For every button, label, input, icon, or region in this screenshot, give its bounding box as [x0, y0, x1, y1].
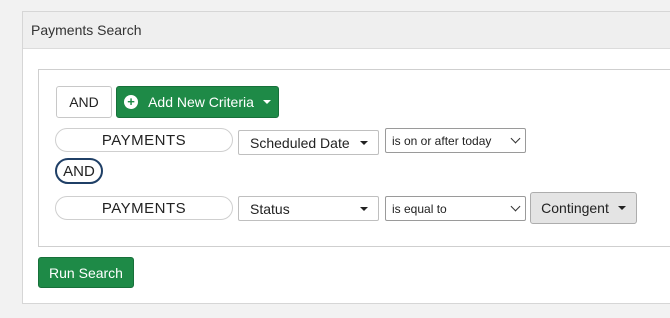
criteria-entity-pill[interactable]: PAYMENTS [55, 128, 233, 152]
criteria-entity-label: PAYMENTS [101, 199, 187, 217]
group-operator-label: AND [69, 94, 99, 110]
criteria-operator-select[interactable]: is on or after today [385, 128, 526, 153]
group-operator-button[interactable]: AND [56, 86, 112, 118]
criteria-value-label: Contingent [541, 200, 609, 216]
panel-title: Payments Search [31, 22, 142, 38]
criteria-entity-label: PAYMENTS [101, 131, 187, 149]
caret-down-icon [262, 100, 271, 104]
criteria-connector-label: AND [63, 162, 95, 180]
criteria-builder: AND + Add New Criteria PAYMENTS Schedule… [38, 69, 670, 247]
add-new-criteria-label: Add New Criteria [148, 94, 254, 110]
criteria-connector-toggle[interactable]: AND [55, 158, 103, 184]
panel-header: Payments Search [23, 12, 670, 49]
caret-down-icon [617, 206, 626, 210]
criteria-field-select[interactable]: Status [238, 196, 379, 221]
caret-down-icon [360, 206, 368, 211]
criteria-operator-select[interactable]: is equal to [385, 196, 526, 221]
add-new-criteria-button[interactable]: + Add New Criteria [116, 86, 279, 118]
chevron-down-icon [510, 133, 521, 144]
criteria-operator-value: is on or after today [392, 133, 492, 148]
criteria-field-value: Status [250, 200, 290, 217]
run-search-label: Run Search [49, 264, 123, 281]
payments-search-panel: Payments Search AND + Add New Criteria P… [22, 11, 670, 304]
plus-circle-icon: + [124, 95, 139, 109]
criteria-operator-value: is equal to [392, 201, 447, 216]
criteria-value-dropdown[interactable]: Contingent [530, 192, 637, 224]
caret-down-icon [360, 140, 368, 145]
criteria-entity-pill[interactable]: PAYMENTS [55, 196, 233, 220]
criteria-field-select[interactable]: Scheduled Date [238, 130, 379, 155]
run-search-button[interactable]: Run Search [38, 257, 134, 288]
chevron-down-icon [510, 201, 521, 212]
criteria-field-value: Scheduled Date [250, 134, 350, 151]
